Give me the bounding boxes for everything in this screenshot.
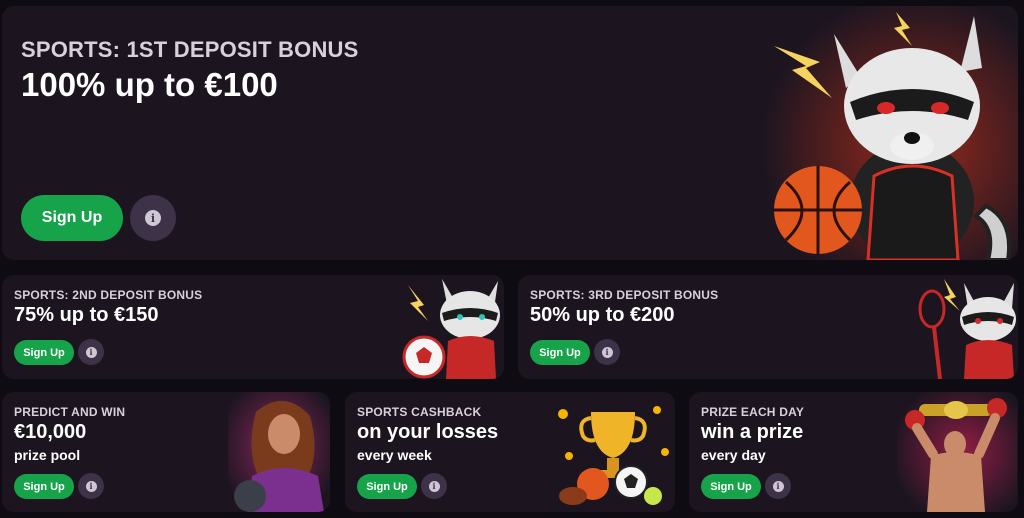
promo-card-3rd-deposit: SPORTS: 3RD DEPOSIT BONUS 50% up to €200… — [518, 275, 1018, 379]
card-headline: on your losses — [357, 421, 499, 443]
info-icon: i — [85, 480, 97, 492]
hero-headline: 100% up to €100 — [21, 66, 278, 103]
card-overline: PREDICT AND WIN — [14, 405, 126, 419]
hero-info-button[interactable]: i — [130, 195, 176, 241]
info-button[interactable]: i — [765, 473, 791, 499]
promo-card-sports-cashback: SPORTS CASHBACK on your losses every wee… — [345, 392, 675, 512]
signup-button[interactable]: Sign Up — [14, 474, 74, 499]
boxer-belt-icon — [897, 392, 1017, 512]
info-button[interactable]: i — [421, 473, 447, 499]
raccoon-soccer-icon — [402, 279, 500, 379]
info-icon: i — [772, 480, 784, 492]
card-headline: 50% up to €200 — [530, 304, 675, 326]
card-overline: SPORTS: 2ND DEPOSIT BONUS — [14, 288, 203, 302]
info-icon: i — [145, 210, 161, 226]
hero-overline: SPORTS: 1ST DEPOSIT BONUS — [21, 37, 359, 62]
card-overline: SPORTS CASHBACK — [357, 405, 482, 419]
signup-button[interactable]: Sign Up — [14, 340, 74, 365]
signup-button[interactable]: Sign Up — [701, 474, 761, 499]
info-icon: i — [601, 346, 613, 358]
card-headline: win a prize — [701, 421, 804, 443]
promo-card-2nd-deposit: SPORTS: 2ND DEPOSIT BONUS 75% up to €150… — [2, 275, 504, 379]
info-icon: i — [85, 346, 97, 358]
woman-football-icon — [228, 392, 330, 512]
info-icon: i — [428, 480, 440, 492]
signup-button[interactable]: Sign Up — [530, 340, 590, 365]
promo-card-predict-and-win: PREDICT AND WIN €10,000 prize pool Sign … — [2, 392, 330, 512]
card-headline: 75% up to €150 — [14, 304, 159, 326]
hero-banner-1st-deposit: SPORTS: 1ST DEPOSIT BONUS 100% up to €10… — [2, 6, 1018, 260]
trophy-balls-icon — [558, 406, 669, 505]
card-subline: every week — [357, 447, 432, 463]
card-subline: every day — [701, 447, 766, 463]
info-button[interactable]: i — [594, 339, 620, 365]
promo-card-prize-each-day: PRIZE EACH DAY win a prize every day Sig… — [689, 392, 1018, 512]
card-subline: prize pool — [14, 447, 81, 463]
card-headline: €10,000 — [14, 421, 87, 443]
hero-signup-button[interactable]: Sign Up — [21, 195, 123, 241]
raccoon-tennis-icon — [918, 279, 1016, 379]
card-overline: SPORTS: 3RD DEPOSIT BONUS — [530, 288, 719, 302]
raccoon-basketball-icon — [762, 6, 1018, 260]
signup-button[interactable]: Sign Up — [357, 474, 417, 499]
info-button[interactable]: i — [78, 339, 104, 365]
info-button[interactable]: i — [78, 473, 104, 499]
card-overline: PRIZE EACH DAY — [701, 405, 805, 419]
